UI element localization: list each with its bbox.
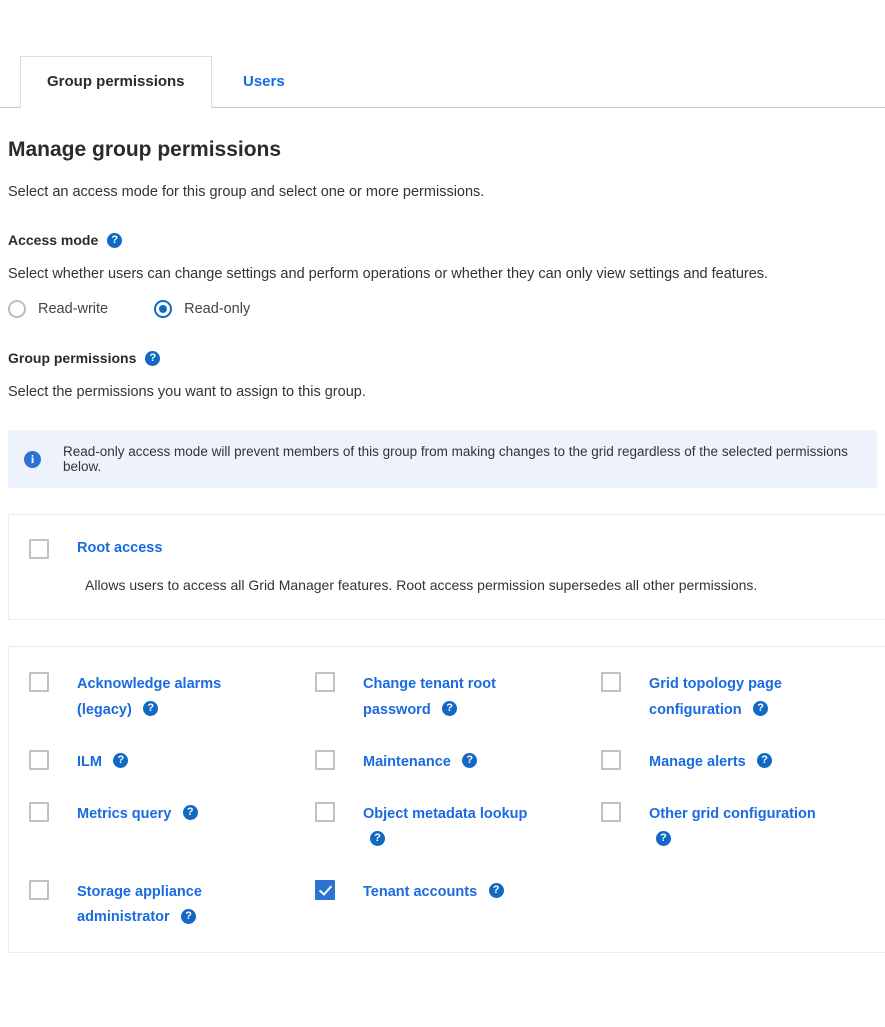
page-intro: Select an access mode for this group and…	[8, 184, 485, 200]
help-icon[interactable]: ?	[753, 701, 769, 717]
info-icon: i	[24, 450, 41, 468]
access-mode-label: Access mode ?	[8, 232, 877, 248]
permission-manage-alerts: Manage alerts ?	[601, 749, 885, 775]
checkbox-tenant-accounts[interactable]	[315, 879, 335, 900]
radio-read-write[interactable]: Read-write	[8, 300, 108, 318]
permission-storage-appliance-administrator: Storage appliance administrator ?	[29, 879, 315, 931]
root-access-row: Root access	[29, 539, 885, 559]
help-icon[interactable]: ?	[113, 753, 129, 769]
permission-other-grid-configuration: Other grid configuration ?	[601, 801, 885, 853]
permission-change-tenant-root-password: Change tenant root password ?	[315, 671, 601, 723]
root-access-card: Root access Allows users to access all G…	[8, 514, 885, 620]
root-access-label[interactable]: Root access	[77, 540, 162, 556]
page-content: Manage group permissions Select an acces…	[0, 138, 885, 954]
help-icon[interactable]: ?	[442, 701, 458, 717]
checkbox-metrics-query[interactable]	[29, 801, 49, 822]
info-banner: i Read-only access mode will prevent mem…	[8, 430, 877, 488]
permission-label[interactable]: ILM	[77, 754, 102, 770]
checkbox-storage-appliance-administrator[interactable]	[29, 879, 49, 900]
checkbox-grid-topology-page-configuration[interactable]	[601, 672, 621, 692]
access-mode-description: Select whether users can change settings…	[8, 266, 769, 282]
checkbox-manage-alerts[interactable]	[601, 749, 621, 770]
permission-grid-topology-page-configuration: Grid topology page configuration ?	[601, 671, 885, 723]
permission-label[interactable]: Tenant accounts	[363, 884, 477, 900]
help-icon[interactable]: ?	[488, 882, 504, 898]
tab-bar: Group permissions Users	[0, 56, 885, 108]
page-title: Manage group permissions	[8, 138, 282, 161]
permission-label[interactable]: Object metadata lookup	[363, 806, 527, 822]
help-icon[interactable]: ?	[107, 232, 123, 248]
group-permissions-description: Select the permissions you want to assig…	[8, 384, 366, 400]
permission-metrics-query: Metrics query ?	[29, 801, 315, 853]
help-icon[interactable]: ?	[145, 350, 161, 366]
permissions-grid: Acknowledge alarms (legacy) ? Change ten…	[29, 671, 885, 930]
info-banner-text: Read-only access mode will prevent membe…	[63, 444, 848, 474]
checkbox-root-access[interactable]	[29, 539, 49, 559]
permission-ilm: ILM ?	[29, 749, 315, 775]
help-icon[interactable]: ?	[656, 830, 671, 846]
tab-group-permissions-label: Group permissions	[47, 73, 185, 90]
group-permissions-label: Group permissions ?	[8, 350, 877, 366]
radio-read-only-indicator[interactable]	[154, 300, 173, 318]
checkbox-object-metadata-lookup[interactable]	[315, 801, 335, 822]
permission-tenant-accounts: Tenant accounts ?	[315, 879, 601, 931]
permission-label[interactable]: Manage alerts	[649, 754, 746, 770]
help-icon[interactable]: ?	[462, 753, 478, 769]
permission-acknowledge-alarms-legacy: Acknowledge alarms (legacy) ?	[29, 671, 315, 723]
checkbox-change-tenant-root-password[interactable]	[315, 672, 335, 692]
permission-label[interactable]: Maintenance	[363, 754, 451, 770]
help-icon[interactable]: ?	[182, 804, 198, 820]
help-icon[interactable]: ?	[370, 830, 385, 846]
radio-read-write-indicator[interactable]	[8, 300, 26, 318]
permission-label[interactable]: Other grid configuration	[649, 806, 816, 822]
permission-label[interactable]: Metrics query	[77, 806, 171, 822]
checkbox-maintenance[interactable]	[315, 749, 335, 770]
checkbox-ilm[interactable]	[29, 749, 49, 770]
permissions-card: Acknowledge alarms (legacy) ? Change ten…	[8, 646, 885, 954]
tab-users-label: Users	[242, 73, 285, 90]
help-icon[interactable]: ?	[181, 908, 197, 924]
permission-label[interactable]: Change tenant root password	[363, 676, 496, 718]
group-permissions-label-text: Group permissions	[8, 350, 137, 366]
tab-users[interactable]: Users	[216, 56, 312, 108]
checkbox-other-grid-configuration[interactable]	[601, 801, 621, 822]
permission-maintenance: Maintenance ?	[315, 749, 601, 775]
checkbox-acknowledge-alarms-legacy[interactable]	[29, 672, 49, 692]
help-icon[interactable]: ?	[757, 753, 773, 769]
root-access-description: Allows users to access all Grid Manager …	[85, 577, 758, 593]
help-icon[interactable]: ?	[143, 701, 159, 717]
permission-object-metadata-lookup: Object metadata lookup ?	[315, 801, 601, 853]
radio-read-only-label: Read-only	[184, 301, 251, 317]
access-mode-label-text: Access mode	[8, 232, 99, 248]
access-mode-radio-group: Read-write Read-only	[8, 300, 877, 318]
radio-read-write-label: Read-write	[38, 301, 109, 317]
radio-read-only[interactable]: Read-only	[154, 300, 250, 318]
tab-group-permissions[interactable]: Group permissions	[20, 56, 212, 108]
